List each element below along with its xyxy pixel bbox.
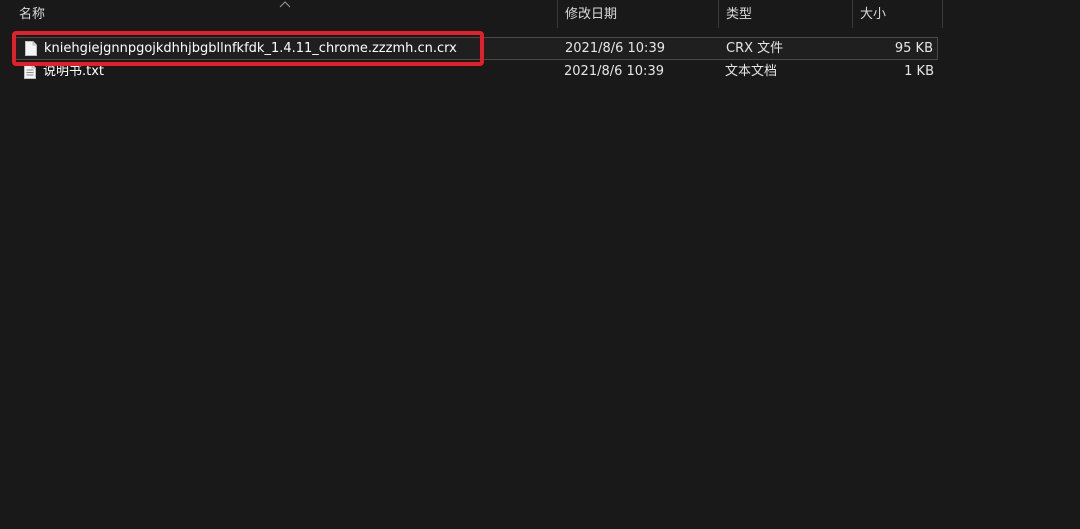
file-row[interactable]: kniehgiejgnnpgojkdhhjbgbllnfkfdk_1.4.11_… <box>15 37 938 60</box>
file-row[interactable]: 说明书.txt 2021/8/6 10:39 文本文档 1 KB <box>15 61 938 84</box>
file-size: 95 KB <box>894 41 933 56</box>
file-size: 1 KB <box>904 64 934 79</box>
chevron-up-icon <box>279 1 291 8</box>
file-name: 说明书.txt <box>43 64 105 79</box>
column-header-size-label: 大小 <box>860 7 887 22</box>
file-modified-date: 2021/8/6 10:39 <box>565 41 665 56</box>
column-header-size[interactable]: 大小 <box>853 0 943 28</box>
column-header-type-label: 类型 <box>726 7 753 22</box>
column-header-name-label: 名称 <box>19 7 46 22</box>
column-header-date[interactable]: 修改日期 <box>558 0 719 28</box>
file-explorer-pane: 名称 修改日期 类型 大小 kniehgiejgnnpgojkdhhjbgbll… <box>0 0 1080 529</box>
file-type: 文本文档 <box>725 64 778 79</box>
text-file-icon <box>24 64 36 79</box>
file-name: kniehgiejgnnpgojkdhhjbgbllnfkfdk_1.4.11_… <box>44 41 457 56</box>
file-icon <box>25 41 37 56</box>
file-type: CRX 文件 <box>726 41 784 56</box>
column-header-type[interactable]: 类型 <box>719 0 853 28</box>
column-header-bar: 名称 修改日期 类型 大小 <box>0 0 943 28</box>
file-modified-date: 2021/8/6 10:39 <box>564 64 664 79</box>
column-header-date-label: 修改日期 <box>565 7 618 22</box>
